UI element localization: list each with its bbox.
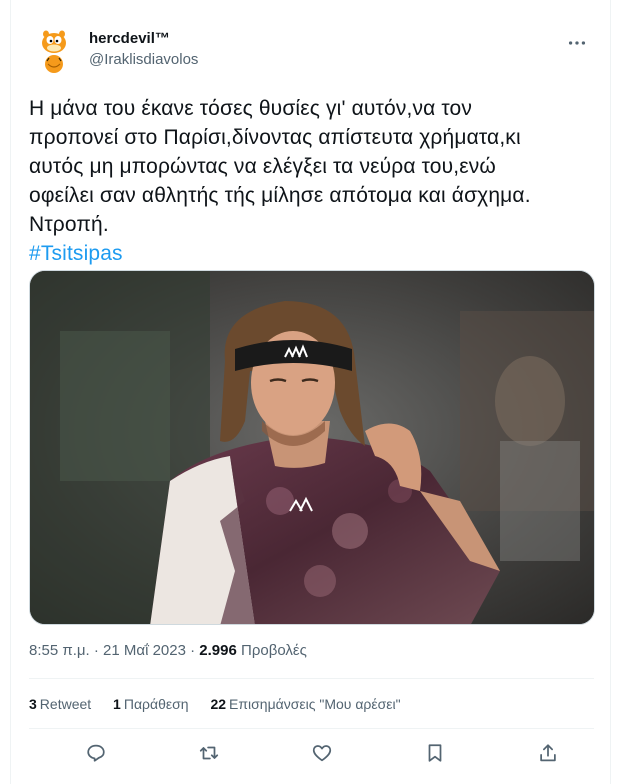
more-options-button[interactable] [566,32,588,54]
quotes-count: 1 [113,696,121,712]
retweets-stat[interactable]: 3 Retweet [29,694,91,714]
tweet-text-line: Ντροπή. [29,213,109,236]
bookmark-icon [428,744,442,762]
likes-count: 22 [210,696,227,712]
tweet-text-line: Η μάνα του έκανε τόσες θυσίες γι' αυτόν,… [29,97,473,120]
quotes-stat[interactable]: 1 Παράθεση [113,694,189,714]
tweet-time-link[interactable]: 8:55 π.μ. · 21 Μαΐ 2023 [29,642,186,659]
likes-stat[interactable]: 22 Επισημάνσεις "Μου αρέσει" [210,694,400,714]
user-handle[interactable]: @Iraklisdiavolos [89,50,198,70]
retweets-label: Retweet [39,696,92,712]
retweet-icon [199,746,219,760]
user-names: hercdevil™ @Iraklisdiavolos [89,29,198,70]
views-count: 2.996 [199,642,237,659]
tweet-time: 8:55 π.μ. [29,642,90,659]
retweets-count: 3 [29,696,37,712]
like-icon [312,745,332,762]
tweet-stats: 3 Retweet 1 Παράθεση 22 Επισημάνσεις "Μου α… [29,694,419,714]
reply-button[interactable] [81,738,111,768]
tweet-meta: 8:55 π.μ. · 21 Μαΐ 2023 · 2.996 Προβολές [29,641,307,661]
tennis-player-photo [30,271,594,624]
share-icon [540,744,556,762]
garfield-avatar-icon [29,24,79,74]
display-name[interactable]: hercdevil™ [89,29,198,49]
like-button[interactable] [307,738,337,768]
meta-separator: · [93,642,99,659]
tweet-date: 21 Μαΐ 2023 [103,642,186,659]
tweet-text-line: αυτός μη μπορώντας να ελέγξει τα νεύρα τ… [29,155,496,178]
hashtag-link[interactable]: #Tsitsipas [29,239,599,268]
user-avatar[interactable] [29,24,79,74]
tweet-text-line: οφείλει σαν αθλητής τής μίλησε απότομα κ… [29,184,531,207]
tweet-header: hercdevil™ @Iraklisdiavolos [29,24,594,74]
bookmark-button[interactable] [420,738,450,768]
views-stat[interactable]: 2.996 Προβολές [199,642,307,659]
share-button[interactable] [533,738,563,768]
divider [29,678,594,679]
meta-separator: · [190,642,196,659]
views-label: Προβολές [241,642,307,659]
more-icon [568,41,586,45]
tweet-text-line: προπονεί στο Παρίσι,δίνοντας απίστευτα χ… [29,126,521,149]
reply-icon [87,744,105,762]
quotes-label: Παράθεση [123,696,189,712]
tweet-text: Η μάνα του έκανε τόσες θυσίες γι' αυτόν,… [29,94,599,268]
likes-label: Επισημάνσεις "Μου αρέσει" [229,696,401,712]
tweet-actions [29,738,594,768]
retweet-button[interactable] [194,738,224,768]
divider [29,728,594,729]
tweet-photo[interactable] [29,270,595,625]
tweet-card: hercdevil™ @Iraklisdiavolos Η μάνα του έ… [10,0,611,784]
